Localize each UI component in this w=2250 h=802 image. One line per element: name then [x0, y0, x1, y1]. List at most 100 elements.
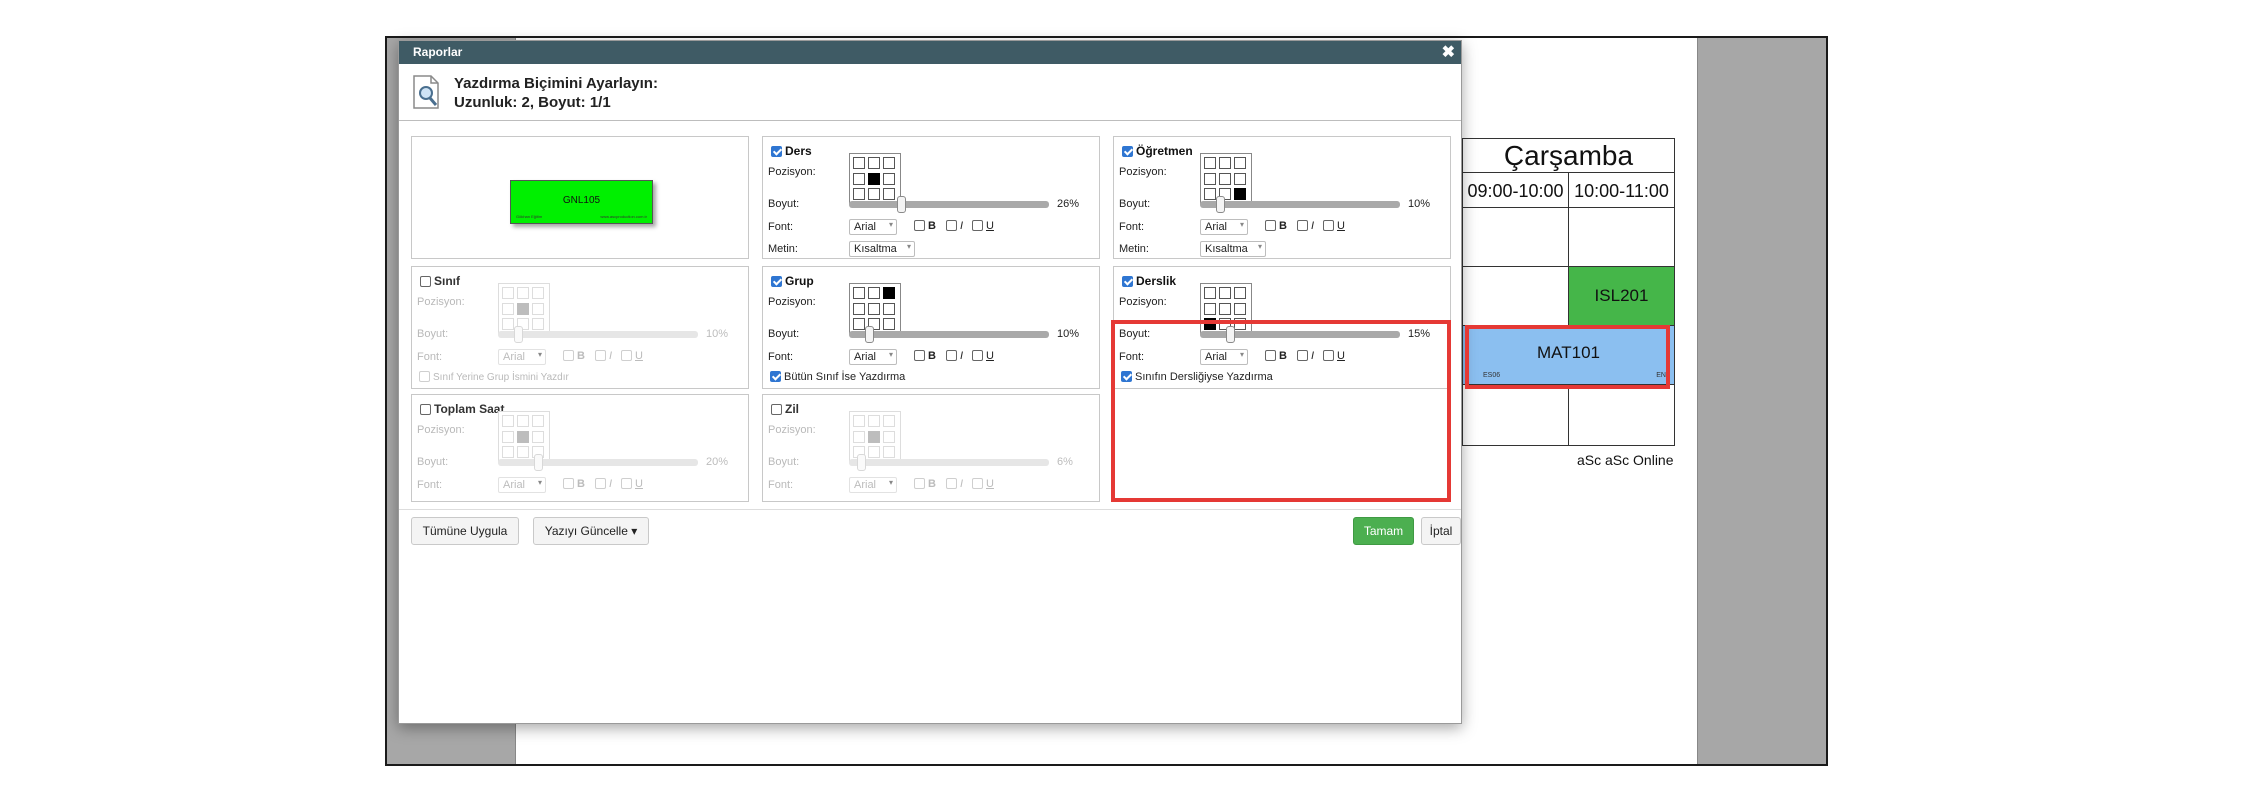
position-grid [498, 283, 550, 335]
position-cell[interactable] [868, 172, 880, 185]
italic-label: I [1311, 220, 1315, 232]
position-cell[interactable] [853, 318, 865, 331]
position-cell [502, 302, 514, 315]
position-cell[interactable] [1204, 302, 1216, 315]
size-label: Boyut: [768, 456, 800, 468]
italic-toggle[interactable]: I [1297, 220, 1314, 232]
position-grid[interactable] [1200, 153, 1252, 205]
timetable-cell[interactable] [1462, 266, 1569, 326]
position-cell[interactable] [1234, 188, 1246, 201]
slider-thumb[interactable] [865, 326, 874, 343]
position-cell[interactable] [868, 287, 880, 299]
font-select[interactable]: Arial ▾ [849, 349, 897, 365]
italic-toggle[interactable]: I [946, 350, 963, 362]
cancel-button[interactable]: İptal [1421, 517, 1461, 545]
position-cell[interactable] [883, 188, 895, 201]
position-cell [868, 430, 880, 443]
position-cell[interactable] [868, 302, 880, 315]
text-value: Kısaltma [1205, 243, 1248, 255]
font-label: Font: [417, 351, 443, 363]
size-percent: 26% [1057, 198, 1080, 210]
font-value: Arial [854, 479, 877, 491]
size-slider[interactable] [849, 326, 1049, 343]
position-cell[interactable] [1234, 302, 1246, 315]
position-cell[interactable] [853, 188, 865, 201]
position-cell[interactable] [883, 318, 895, 331]
position-grid[interactable] [849, 153, 901, 205]
font-select[interactable]: Arial ▾ [1200, 219, 1248, 235]
ok-button[interactable]: Tamam [1353, 517, 1414, 545]
dialog-title: Raporlar [413, 45, 463, 59]
preview-right-sub: www.ascproduction.com.tr [600, 214, 647, 219]
underline-toggle[interactable]: U [972, 220, 994, 232]
option-toggle[interactable]: Bütün Sınıf İse Yazdırma [770, 371, 905, 383]
toplam-saat-checkbox[interactable] [420, 404, 431, 415]
position-cell[interactable] [883, 287, 895, 299]
position-cell[interactable] [1204, 287, 1216, 299]
font-label: Font: [768, 351, 794, 363]
grup-checkbox[interactable] [771, 276, 782, 287]
italic-toggle[interactable]: I [946, 220, 963, 232]
position-cell[interactable] [1219, 287, 1231, 299]
position-cell [868, 415, 880, 427]
ogretmen-checkbox[interactable] [1122, 146, 1133, 157]
panel-ogretmen: Öğretmen Pozisyon: Boyut: 10% Font: Aria… [1113, 136, 1451, 259]
timetable-cell[interactable] [1568, 384, 1675, 446]
position-cell[interactable] [883, 302, 895, 315]
position-grid[interactable] [849, 283, 901, 335]
bold-toggle[interactable]: B [914, 350, 936, 362]
position-cell[interactable] [868, 157, 880, 169]
timetable-cell[interactable] [1462, 384, 1569, 446]
size-label: Boyut: [768, 328, 800, 340]
font-label: Font: [768, 479, 794, 491]
position-cell[interactable] [1204, 172, 1216, 185]
position-cell[interactable] [853, 287, 865, 299]
update-text-button[interactable]: Yazıyı Güncelle ▾ [533, 517, 649, 545]
lesson-card-isl201[interactable]: ISL201 [1568, 266, 1675, 326]
size-slider[interactable] [849, 196, 1049, 213]
panel-title: Öğretmen [1122, 144, 1193, 158]
underline-toggle[interactable]: U [1323, 220, 1345, 232]
slider-thumb[interactable] [1216, 196, 1225, 213]
bold-toggle[interactable]: B [1265, 220, 1287, 232]
position-cell[interactable] [1234, 157, 1246, 169]
timetable-cell[interactable] [1462, 207, 1569, 267]
position-label: Pozisyon: [1119, 166, 1167, 178]
dialog-titlebar[interactable]: Raporlar ✖ [399, 41, 1461, 64]
position-cell[interactable] [1219, 172, 1231, 185]
derslik-checkbox[interactable] [1122, 276, 1133, 287]
position-cell[interactable] [1234, 287, 1246, 299]
bold-toggle[interactable]: B [914, 220, 936, 232]
underline-toggle: U [972, 478, 994, 490]
text-select[interactable]: Kısaltma ▾ [849, 241, 915, 257]
position-cell[interactable] [853, 157, 865, 169]
position-cell [502, 446, 514, 459]
ders-checkbox[interactable] [771, 146, 782, 157]
position-cell[interactable] [1219, 157, 1231, 169]
position-cell[interactable] [1234, 172, 1246, 185]
slider-thumb[interactable] [897, 196, 906, 213]
position-cell[interactable] [853, 172, 865, 185]
sinif-checkbox[interactable] [420, 276, 431, 287]
position-cell [853, 415, 865, 427]
position-cell[interactable] [1204, 188, 1216, 201]
font-select[interactable]: Arial ▾ [849, 219, 897, 235]
timetable-cell[interactable] [1568, 207, 1675, 267]
position-cell[interactable] [883, 157, 895, 169]
bold-toggle: B [563, 478, 585, 490]
apply-all-button[interactable]: Tümüne Uygula [411, 517, 519, 545]
position-cell[interactable] [1204, 157, 1216, 169]
underline-label: U [635, 478, 643, 490]
underline-toggle[interactable]: U [972, 350, 994, 362]
size-slider[interactable] [1200, 196, 1400, 213]
position-cell[interactable] [868, 188, 880, 201]
close-icon[interactable]: ✖ [1442, 42, 1455, 62]
position-cell[interactable] [853, 302, 865, 315]
position-cell [517, 446, 529, 459]
text-select[interactable]: Kısaltma ▾ [1200, 241, 1266, 257]
position-cell [853, 430, 865, 443]
position-cell[interactable] [883, 172, 895, 185]
position-cell[interactable] [1219, 302, 1231, 315]
zil-checkbox[interactable] [771, 404, 782, 415]
underline-label: U [1337, 220, 1345, 232]
